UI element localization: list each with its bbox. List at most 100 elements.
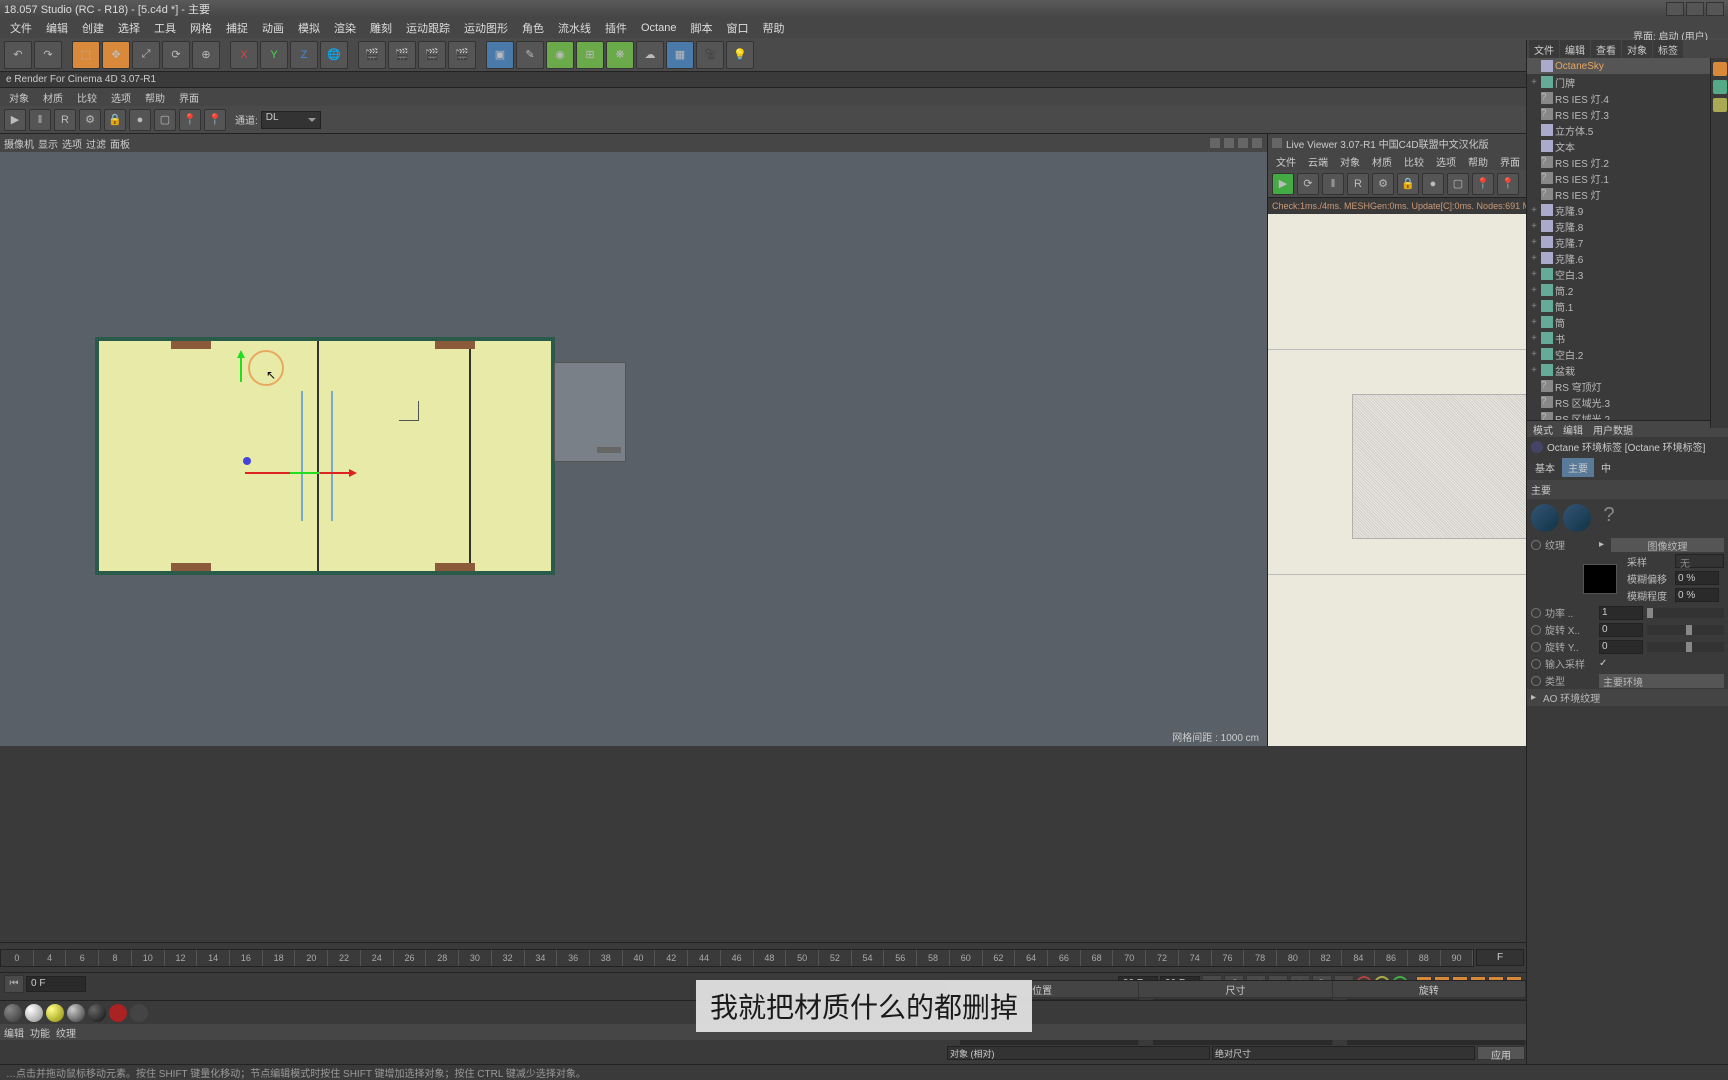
frame-button[interactable]: ▢ — [154, 109, 176, 131]
obj-门牌[interactable]: +门牌 — [1527, 74, 1728, 90]
rotate-tool[interactable]: ⟳ — [162, 41, 190, 69]
lv-menu-界面[interactable]: 界面 — [1496, 153, 1524, 170]
redo-button[interactable]: ↷ — [34, 41, 62, 69]
close-button[interactable] — [1706, 2, 1724, 16]
lv-frame[interactable]: ▢ — [1447, 173, 1469, 195]
submenu-界面[interactable]: 界面 — [174, 89, 204, 106]
roty-radio[interactable] — [1531, 642, 1541, 652]
menu-编辑[interactable]: 编辑 — [40, 18, 74, 38]
minimize-button[interactable] — [1666, 2, 1684, 16]
axis-z-lock[interactable]: Z — [290, 41, 318, 69]
undo-button[interactable]: ↶ — [4, 41, 32, 69]
lv-menu-对象[interactable]: 对象 — [1336, 153, 1364, 170]
lv-menu-帮助[interactable]: 帮助 — [1464, 153, 1492, 170]
object-tree[interactable]: OctaneSky+门牌?RS IES 灯.4?RS IES 灯.3立方体.5文… — [1527, 58, 1728, 420]
vp-nav-icon[interactable] — [1209, 137, 1221, 149]
vp-zoom-icon[interactable] — [1237, 137, 1249, 149]
img-texture-btn[interactable]: 图像纹理 — [1611, 538, 1724, 552]
lock-render[interactable]: 🔒 — [104, 109, 126, 131]
rp-tab-查看[interactable]: 查看 — [1591, 40, 1621, 59]
lv-menu-文件[interactable]: 文件 — [1272, 153, 1300, 170]
vp-pan-icon[interactable] — [1223, 137, 1235, 149]
blur-offset-input[interactable] — [1675, 571, 1719, 585]
menu-创建[interactable]: 创建 — [76, 18, 110, 38]
timeline[interactable]: 0468101214161820222426283032343638404244… — [0, 942, 1526, 972]
help-icon[interactable]: ? — [1595, 504, 1623, 532]
obj-书[interactable]: +书 — [1527, 330, 1728, 346]
coord-apply[interactable]: 应用 — [1477, 1046, 1525, 1060]
lv-reload[interactable]: R — [1347, 173, 1369, 195]
roty-input[interactable] — [1599, 640, 1643, 654]
attr-tab-用户数据[interactable]: 用户数据 — [1589, 421, 1637, 438]
goto-start[interactable]: ⏮ — [4, 975, 24, 993]
obj-RS IES 灯.4[interactable]: ?RS IES 灯.4 — [1527, 90, 1728, 106]
lv-pin1[interactable]: 📍 — [1472, 173, 1494, 195]
menu-雕刻[interactable]: 雕刻 — [364, 18, 398, 38]
current-frame[interactable] — [26, 976, 86, 992]
power-radio[interactable] — [1531, 608, 1541, 618]
pen-tool[interactable]: ✎ — [516, 41, 544, 69]
texture-radio[interactable] — [1531, 540, 1541, 550]
rotx-input[interactable] — [1599, 623, 1643, 637]
mat-6[interactable] — [109, 1004, 127, 1022]
nurbs-tool[interactable]: ◉ — [546, 41, 574, 69]
lv-gear[interactable]: ⚙ — [1372, 173, 1394, 195]
sample-select[interactable]: 无 — [1675, 554, 1724, 568]
pin-a[interactable]: 📍 — [179, 109, 201, 131]
menu-流水线[interactable]: 流水线 — [552, 18, 597, 38]
power-slider[interactable] — [1647, 608, 1724, 618]
obj-盆栽[interactable]: +盆栽 — [1527, 362, 1728, 378]
gizmo-y-axis[interactable] — [240, 352, 242, 382]
obj-筒.1[interactable]: +筒.1 — [1527, 298, 1728, 314]
gizmo-origin[interactable] — [243, 457, 251, 465]
inputsample-check[interactable]: ✓ — [1599, 658, 1607, 669]
lv-menu-云端[interactable]: 云端 — [1304, 153, 1332, 170]
settings-gear[interactable]: ⚙ — [79, 109, 101, 131]
move-tool[interactable]: ✥ — [102, 41, 130, 69]
channel-select[interactable]: DL — [261, 111, 321, 129]
mat-tab-纹理[interactable]: 纹理 — [56, 1025, 76, 1040]
scale-tool[interactable]: ⤢ — [132, 41, 160, 69]
obj-克隆.9[interactable]: +克隆.9 — [1527, 202, 1728, 218]
menu-工具[interactable]: 工具 — [148, 18, 182, 38]
obj-RS IES 灯.3[interactable]: ?RS IES 灯.3 — [1527, 106, 1728, 122]
env-icon-2[interactable] — [1563, 504, 1591, 532]
pause-render[interactable]: ‖ — [29, 109, 51, 131]
lv-pin2[interactable]: 📍 — [1497, 173, 1519, 195]
submenu-比较[interactable]: 比较 — [72, 89, 102, 106]
obj-RS 穹顶灯[interactable]: ?RS 穹顶灯 — [1527, 378, 1728, 394]
obj-RS IES 灯.1[interactable]: ?RS IES 灯.1 — [1527, 170, 1728, 186]
bulb-tool[interactable]: 💡 — [726, 41, 754, 69]
menu-捕捉[interactable]: 捕捉 — [220, 18, 254, 38]
obj-立方体.5[interactable]: 立方体.5 — [1527, 122, 1728, 138]
menu-帮助[interactable]: 帮助 — [756, 18, 790, 38]
scene-room[interactable] — [95, 337, 555, 575]
submenu-对象[interactable]: 对象 — [4, 89, 34, 106]
obj-克隆.6[interactable]: +克隆.6 — [1527, 250, 1728, 266]
obj-筒[interactable]: +筒 — [1527, 314, 1728, 330]
obj-RS IES 灯.2[interactable]: ?RS IES 灯.2 — [1527, 154, 1728, 170]
rp-tab-标签[interactable]: 标签 — [1653, 40, 1683, 59]
scene-side-box[interactable] — [554, 362, 626, 462]
viewport-perspective[interactable]: 摄像机显示选项过滤面板 ↖ 网格间距 : 1000 c — [0, 134, 1268, 746]
vp-menu-面板[interactable]: 面板 — [110, 136, 130, 151]
vp-menu-显示[interactable]: 显示 — [38, 136, 58, 151]
recent-tool[interactable]: ⊕ — [192, 41, 220, 69]
obj-RS 区域光.2[interactable]: ?RS 区域光.2 — [1527, 410, 1728, 420]
rotx-slider[interactable] — [1647, 625, 1724, 635]
rp-tab-编辑[interactable]: 编辑 — [1560, 40, 1590, 59]
attr-sub-中[interactable]: 中 — [1595, 458, 1617, 477]
environment-tool[interactable]: ☁ — [636, 41, 664, 69]
sphere-preview[interactable]: ● — [129, 109, 151, 131]
mat-7[interactable] — [130, 1004, 148, 1022]
attr-tab-模式[interactable]: 模式 — [1529, 421, 1557, 438]
menu-Octane[interactable]: Octane — [635, 20, 682, 36]
time-ruler[interactable]: 0468101214161820222426283032343638404244… — [0, 949, 1474, 967]
mat-5[interactable] — [88, 1004, 106, 1022]
select-tool[interactable]: ⬚ — [72, 41, 100, 69]
submenu-帮助[interactable]: 帮助 — [140, 89, 170, 106]
world-axis[interactable]: 🌐 — [320, 41, 348, 69]
attr-tab-编辑[interactable]: 编辑 — [1559, 421, 1587, 438]
light-tool[interactable]: 🎥 — [696, 41, 724, 69]
obj-RS 区域光.3[interactable]: ?RS 区域光.3 — [1527, 394, 1728, 410]
